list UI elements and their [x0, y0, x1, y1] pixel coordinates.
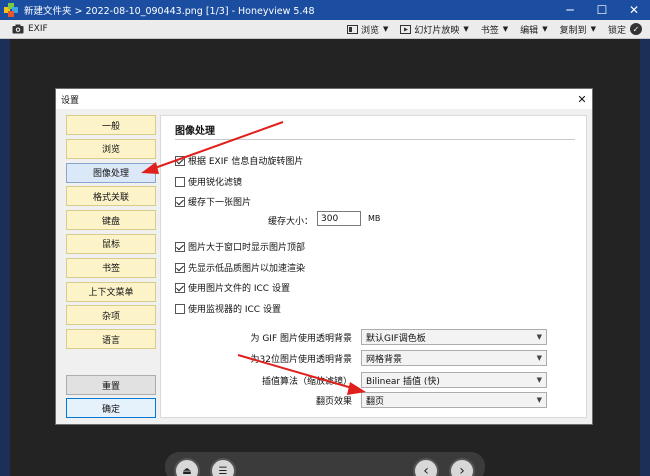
red-arrow-to-page-turn — [237, 354, 366, 395]
annotation-arrows — [141, 121, 366, 395]
red-arrow-to-image-processing — [141, 121, 284, 174]
